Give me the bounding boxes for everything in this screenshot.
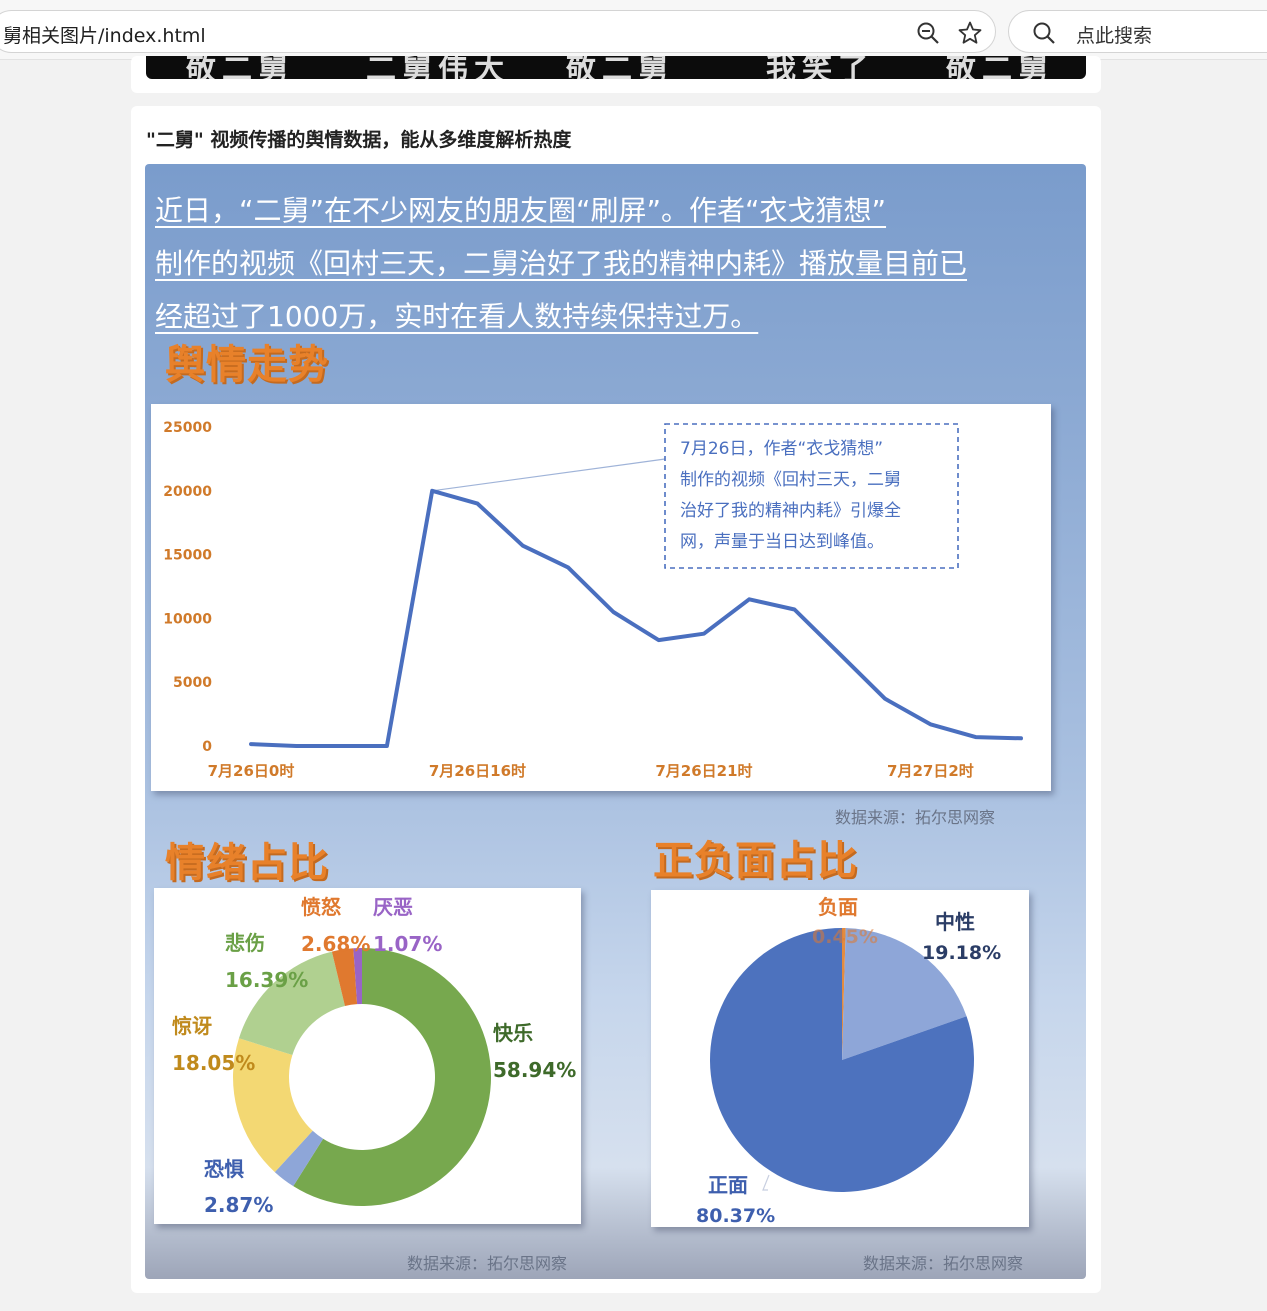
- video-frame-strip: 敬二舅 二舅伟大 敬二舅 我笑了 敬二舅: [146, 56, 1086, 79]
- annotation-text: 制作的视频《回村三天，二舅: [680, 470, 901, 490]
- donut-label: 恐惧: [204, 1157, 244, 1181]
- y-tick-label: 15000: [163, 548, 212, 564]
- video-caption: 我笑了: [766, 56, 874, 79]
- y-tick-label: 25000: [163, 420, 212, 436]
- x-tick-label: 7月26日0时: [208, 762, 295, 780]
- search-box[interactable]: 点此搜索: [1008, 10, 1267, 53]
- trend-chart-panel: 0 5000 10000 15000 20000 25000 7月26日0时 7月26日16时…: [151, 404, 1051, 791]
- y-tick-label: 5000: [173, 675, 212, 691]
- x-tick-label: 7月26日21时: [655, 762, 752, 780]
- polarity-source: 数据来源：拓尔思网察: [863, 1254, 1024, 1273]
- x-tick-label: 7月26日16时: [429, 762, 526, 780]
- address-url[interactable]: 舅相关图片/index.html: [3, 21, 206, 48]
- video-caption: 敬二舅: [946, 56, 1054, 79]
- emotion-chart-panel: 快乐 58.94% 恐惧 2.87% 惊讶 18.05% 悲伤 16.39% 愤怒 2.68% 厌恶…: [154, 888, 581, 1224]
- pie-value-label: 0.45%: [812, 926, 878, 948]
- search-icon[interactable]: [1031, 20, 1057, 46]
- pie-value-label: 80.37%: [696, 1205, 775, 1227]
- y-tick-label: 10000: [163, 611, 212, 627]
- donut-label: 快乐: [493, 1021, 533, 1045]
- pie-leader-line: [762, 1174, 770, 1191]
- emotion-donut-chart: 快乐 58.94% 恐惧 2.87% 惊讶 18.05% 悲伤 16.39% 愤怒 2.68%厌恶…: [172, 895, 576, 1217]
- polarity-chart-panel: 负面 0.45% 中性 19.18% 正面 80.37%: [651, 890, 1029, 1227]
- donut-value-label: 58.94%: [493, 1058, 576, 1082]
- intro-line: 制作的视频《回村三天，二舅治好了我的精神内耗》播放量目前已: [155, 247, 968, 280]
- article-card: "二舅" 视频传播的舆情数据，能从多维度解析热度 近日，“二舅”在不少网友的朋友…: [131, 106, 1101, 1293]
- y-tick-label: 20000: [163, 484, 212, 500]
- previous-card: 敬二舅 二舅伟大 敬二舅 我笑了 敬二舅: [131, 56, 1101, 93]
- annotation-text: 治好了我的精神内耗》引爆全: [680, 501, 901, 521]
- y-tick-label: 0: [202, 739, 212, 755]
- star-icon[interactable]: [957, 20, 983, 46]
- donut-label: 愤怒: [301, 895, 341, 919]
- x-tick-label: 7月27日2时: [887, 762, 974, 780]
- infographic-image: 近日，“二舅”在不少网友的朋友圈“刷屏”。作者“衣戈猜想” 制作的视频《回村三天…: [145, 164, 1086, 1279]
- donut-value-label: 1.07%: [373, 932, 442, 956]
- video-caption: 二舅伟大: [366, 56, 510, 79]
- intro-line: 近日，“二舅”在不少网友的朋友圈“刷屏”。作者“衣戈猜想”: [155, 194, 887, 227]
- donut-value-label: 18.05%: [172, 1051, 255, 1075]
- pie-label: 中性: [935, 910, 975, 934]
- annotation-leader-line: [432, 458, 666, 492]
- donut-value-label: 2.68%: [301, 932, 370, 956]
- article-title: "二舅" 视频传播的舆情数据，能从多维度解析热度: [146, 129, 572, 151]
- trend-line-chart: 0 5000 10000 15000 20000 25000 7月26日0时 7月26日16时…: [163, 420, 1023, 780]
- pie-label: 负面: [818, 895, 858, 919]
- trend-source: 数据来源：拓尔思网察: [835, 808, 996, 827]
- intro-paragraph: 近日，“二舅”在不少网友的朋友圈“刷屏”。作者“衣戈猜想” 制作的视频《回村三天…: [155, 184, 1035, 343]
- annotation-text: 网，声量于当日达到峰值。: [680, 532, 884, 552]
- emotion-source: 数据来源：拓尔思网察: [407, 1254, 568, 1273]
- donut-value-label: 2.87%: [204, 1193, 273, 1217]
- trend-heading: 舆情走势: [165, 342, 329, 388]
- donut-label: 厌恶: [373, 895, 413, 919]
- emotion-heading: 情绪占比: [165, 840, 329, 886]
- zoom-icon[interactable]: [915, 20, 941, 46]
- polarity-pie-chart: 负面 0.45% 中性 19.18% 正面 80.37%: [696, 895, 1001, 1227]
- pie-label: 正面: [708, 1173, 748, 1197]
- annotation-text: 7月26日，作者“衣戈猜想”: [680, 439, 883, 459]
- donut-label: 悲伤: [225, 931, 265, 955]
- address-bar[interactable]: 舅相关图片/index.html: [0, 10, 996, 53]
- video-caption: 敬二舅: [186, 56, 294, 79]
- pie-value-label: 19.18%: [922, 942, 1001, 964]
- donut-value-label: 16.39%: [225, 968, 308, 992]
- donut-label: 惊讶: [172, 1014, 212, 1038]
- polarity-heading: 正负面占比: [653, 838, 858, 884]
- browser-toolbar: 舅相关图片/index.html 点此搜索: [0, 0, 1267, 60]
- video-caption: 敬二舅: [566, 56, 674, 79]
- search-placeholder[interactable]: 点此搜索: [1076, 21, 1152, 48]
